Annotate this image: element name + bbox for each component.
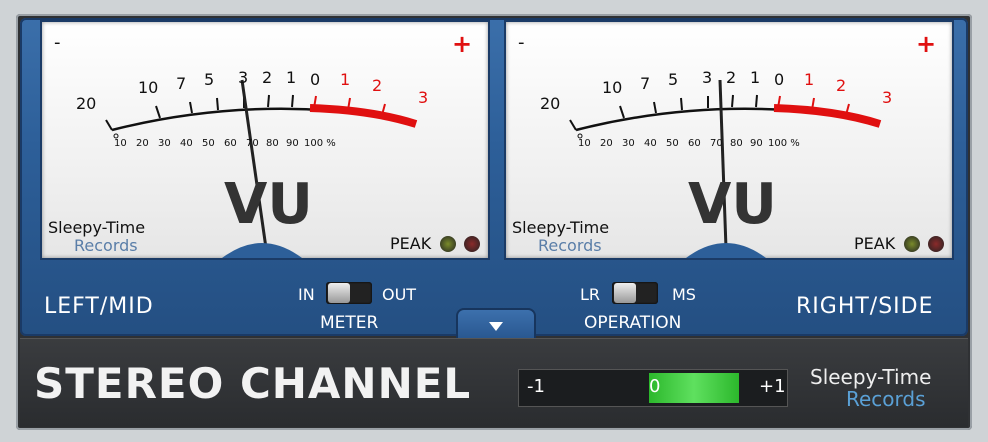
pct-label: 10 xyxy=(114,138,127,149)
scale-label: 0 xyxy=(310,70,321,89)
left-mid-label: LEFT/MID xyxy=(44,294,154,319)
meter-toggle[interactable] xyxy=(326,282,372,304)
pct-label: 100 % xyxy=(304,138,336,149)
scale-label: 5 xyxy=(204,70,215,89)
pct-label: 60 xyxy=(688,138,701,149)
brand-line2: Records xyxy=(538,236,602,255)
scale-label: 10 xyxy=(138,78,159,97)
pct-label: 70 xyxy=(246,138,259,149)
scale-label: 1 xyxy=(804,70,815,89)
scale-label: 1 xyxy=(750,68,761,87)
right-vu-meter: - + 20 10 7 5 3 2 1 0 1 2 3 10 20 30 40 … xyxy=(504,20,954,260)
pct-label: 50 xyxy=(202,138,215,149)
scale-label: 1 xyxy=(340,70,351,89)
scale-label: 2 xyxy=(262,68,273,87)
pct-label: 80 xyxy=(266,138,279,149)
vu-label: VU xyxy=(688,172,777,237)
balance-min-label: -1 xyxy=(527,376,545,397)
scale-label: 20 xyxy=(76,94,97,113)
expand-button[interactable] xyxy=(456,308,536,340)
balance-fill xyxy=(649,373,739,403)
toggle-knob xyxy=(614,283,636,303)
brand-line1: Sleepy-Time xyxy=(512,218,610,237)
vu-label: VU xyxy=(224,172,313,237)
operation-caption: OPERATION xyxy=(584,313,682,333)
scale-label: 3 xyxy=(882,88,893,107)
pct-label: 50 xyxy=(666,138,679,149)
pct-label: 80 xyxy=(730,138,743,149)
scale-label: 3 xyxy=(238,68,249,87)
pct-label: 20 xyxy=(136,138,149,149)
toggle-knob xyxy=(328,283,350,303)
scale-label: 1 xyxy=(286,68,297,87)
pct-label: 100 % xyxy=(768,138,800,149)
peak-led-icon xyxy=(464,236,480,252)
scale-label: 2 xyxy=(726,68,737,87)
pct-label: 90 xyxy=(286,138,299,149)
brand-line2: Records xyxy=(74,236,138,255)
plus-label: + xyxy=(916,30,937,58)
pct-label: 70 xyxy=(710,138,723,149)
chevron-down-icon xyxy=(489,322,503,331)
peak-led-icon xyxy=(440,236,456,252)
scale-label: 3 xyxy=(702,68,713,87)
peak-led-icon xyxy=(904,236,920,252)
balance-max-label: +1 xyxy=(759,376,786,397)
scale-label: 2 xyxy=(372,76,383,95)
pct-label: 20 xyxy=(600,138,613,149)
brand-line1: Sleepy-Time xyxy=(48,218,146,237)
minus-label: - xyxy=(54,32,61,53)
pct-label: 60 xyxy=(224,138,237,149)
bottom-bar: STEREO CHANNEL -1 0 +1 Sleepy-Time Recor… xyxy=(20,338,968,427)
scale-label: 0 xyxy=(774,70,785,89)
scale-label: 10 xyxy=(602,78,623,97)
scale-label: 7 xyxy=(640,74,651,93)
brand-bottom-line2: Records xyxy=(846,387,926,411)
meter-in-label: IN xyxy=(298,285,315,304)
pct-label: 40 xyxy=(644,138,657,149)
pct-label: 10 xyxy=(578,138,591,149)
pct-label: 30 xyxy=(622,138,635,149)
balance-center-label: 0 xyxy=(649,376,661,397)
peak-led-icon xyxy=(928,236,944,252)
scale-label: 20 xyxy=(540,94,561,113)
pct-label: 40 xyxy=(180,138,193,149)
scale-label: 2 xyxy=(836,76,847,95)
meter-caption: METER xyxy=(320,313,379,333)
scale-label: 5 xyxy=(668,70,679,89)
peak-label: PEAK xyxy=(390,234,432,253)
operation-lr-label: LR xyxy=(580,285,601,304)
plugin-title: STEREO CHANNEL xyxy=(34,359,472,408)
meter-out-label: OUT xyxy=(382,285,417,304)
scale-label: 7 xyxy=(176,74,187,93)
pct-label: 30 xyxy=(158,138,171,149)
left-vu-meter: - + 20 10 7 5 3 2 1 0 1 2 3 10 20 30 40 … xyxy=(40,20,490,260)
operation-ms-label: MS xyxy=(672,285,696,304)
minus-label: - xyxy=(518,32,525,53)
brand-bottom-line1: Sleepy-Time xyxy=(810,365,932,389)
balance-meter: -1 0 +1 xyxy=(518,369,788,407)
plus-label: + xyxy=(452,30,473,58)
pct-label: 90 xyxy=(750,138,763,149)
peak-label: PEAK xyxy=(854,234,896,253)
scale-label: 3 xyxy=(418,88,429,107)
operation-toggle[interactable] xyxy=(612,282,658,304)
right-side-label: RIGHT/SIDE xyxy=(796,294,934,319)
